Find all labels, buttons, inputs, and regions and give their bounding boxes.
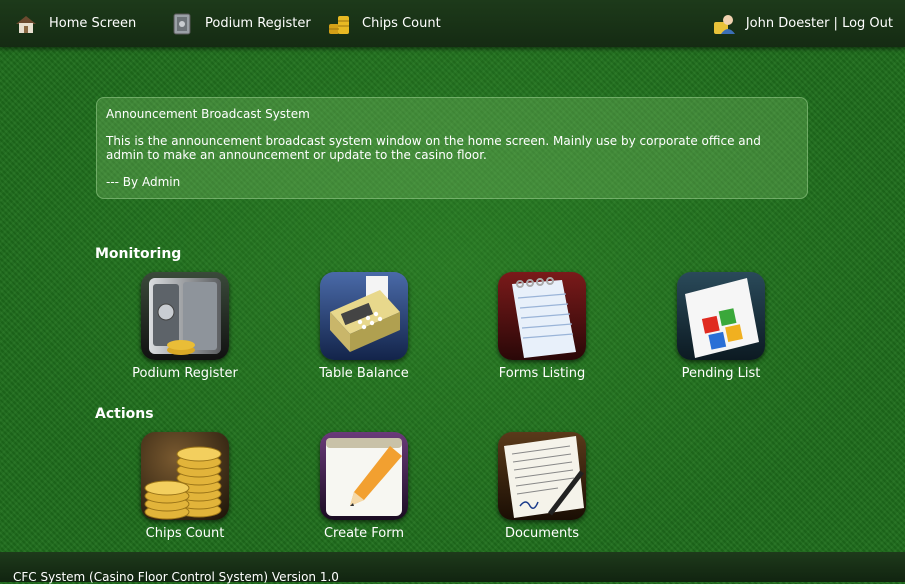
tile-label: Chips Count <box>145 526 225 541</box>
tile-table-balance[interactable]: Table Balance <box>284 272 444 381</box>
user-icon <box>712 12 736 36</box>
tile-documents[interactable]: Documents <box>462 432 622 541</box>
coin-stacks-icon <box>141 432 229 520</box>
tile-label: Documents <box>504 526 580 541</box>
tile-pending-list[interactable]: Pending List <box>641 272 801 381</box>
tile-label: Create Form <box>323 526 405 541</box>
announcement-panel: Announcement Broadcast System This is th… <box>96 97 808 199</box>
tile-label: Podium Register <box>132 366 238 381</box>
safe-icon <box>141 272 229 360</box>
announcement-body: This is the announcement broadcast syste… <box>106 134 761 162</box>
cash-register-icon <box>320 272 408 360</box>
announcement-title: Announcement Broadcast System <box>106 107 310 121</box>
coin-stacks-icon <box>327 12 351 36</box>
nav-podium-label: Podium Register <box>205 16 311 31</box>
nav-podium-register[interactable]: Podium Register <box>170 0 311 47</box>
user-separator: | <box>829 16 843 31</box>
house-icon <box>14 12 38 36</box>
nav-home-label: Home Screen <box>49 16 137 31</box>
tile-create-form[interactable]: Create Form <box>284 432 444 541</box>
safe-icon <box>170 12 194 36</box>
tile-forms-listing[interactable]: Forms Listing <box>462 272 622 381</box>
logout-link[interactable]: Log Out <box>842 16 893 31</box>
signed-document-icon <box>498 432 586 520</box>
tile-label: Table Balance <box>319 366 409 381</box>
tile-chips-count[interactable]: Chips Count <box>105 432 265 541</box>
section-monitoring-title: Monitoring <box>95 246 182 262</box>
top-nav-bar: Home Screen Podium Register Chips Count <box>0 0 905 47</box>
user-area: John Doester | Log Out <box>712 0 893 47</box>
nav-home-screen[interactable]: Home Screen <box>14 0 136 47</box>
windows-logo-icon <box>677 272 765 360</box>
user-name: John Doester <box>745 16 830 31</box>
nav-chips-count[interactable]: Chips Count <box>327 0 441 47</box>
section-actions-title: Actions <box>95 406 154 422</box>
tile-label: Forms Listing <box>498 366 586 381</box>
tile-podium-register[interactable]: Podium Register <box>105 272 265 381</box>
nav-chips-label: Chips Count <box>362 16 441 31</box>
footer-bar: CFC System (Casino Floor Control System)… <box>0 552 905 584</box>
announcement-signature: --- By Admin <box>106 175 181 189</box>
pencil-notepad-icon <box>320 432 408 520</box>
notepad-icon <box>498 272 586 360</box>
tile-label: Pending List <box>681 366 761 381</box>
